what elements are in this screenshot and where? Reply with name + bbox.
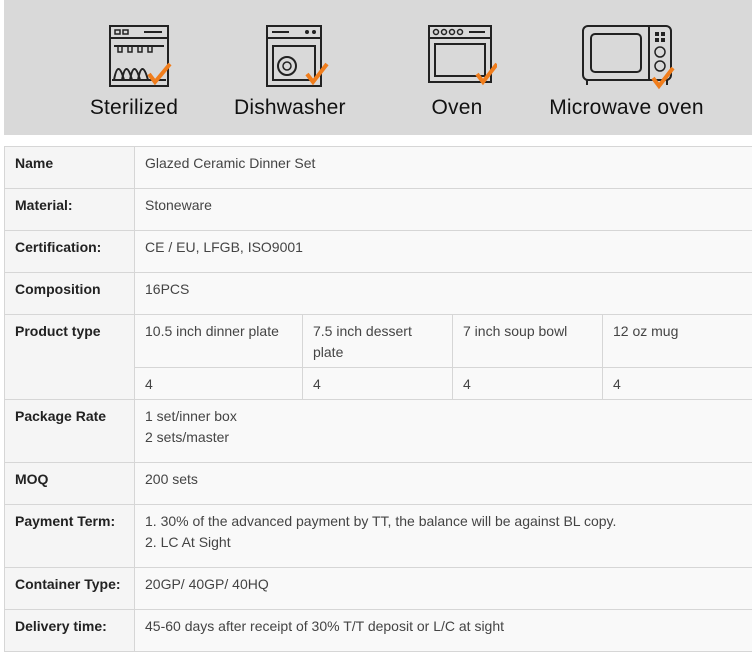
feature-banner: Sterilized Dishwasher Oven	[4, 0, 752, 135]
spec-value: 200 sets	[135, 463, 752, 505]
product-item-name: 7.5 inch dessert plate	[303, 315, 453, 368]
spec-key: Product type	[5, 315, 135, 400]
feature-label: Microwave oven	[544, 96, 709, 120]
table-row: Name Glazed Ceramic Dinner Set	[5, 147, 752, 189]
feature-label: Oven	[412, 96, 502, 120]
spec-value: 1. 30% of the advanced payment by TT, th…	[135, 505, 752, 568]
feature-sterilized: Sterilized	[84, 22, 184, 120]
feature-dishwasher: Dishwasher	[234, 22, 344, 120]
spec-value: 16PCS	[135, 273, 752, 315]
spec-value: Stoneware	[135, 189, 752, 231]
product-item-name: 7 inch soup bowl	[453, 315, 603, 368]
spec-key: Material:	[5, 189, 135, 231]
product-item-qty: 4	[303, 368, 453, 400]
table-row: Payment Term: 1. 30% of the advanced pay…	[5, 505, 752, 568]
product-item-qty: 4	[603, 368, 752, 400]
spec-line: 2 sets/master	[145, 427, 744, 448]
spec-line: 2. LC At Sight	[145, 532, 744, 553]
table-row: Certification: CE / EU, LFGB, ISO9001	[5, 231, 752, 273]
table-row: Product type 10.5 inch dinner plate 7.5 …	[5, 315, 752, 368]
spec-value: 20GP/ 40GP/ 40HQ	[135, 568, 752, 610]
spec-table: Name Glazed Ceramic Dinner Set Material:…	[4, 146, 752, 652]
spec-key: Delivery time:	[5, 610, 135, 652]
spec-value: CE / EU, LFGB, ISO9001	[135, 231, 752, 273]
feature-label: Sterilized	[84, 96, 184, 120]
microwave-icon	[577, 22, 677, 92]
spec-value: Glazed Ceramic Dinner Set	[135, 147, 752, 189]
spec-line: 1. 30% of the advanced payment by TT, th…	[145, 511, 744, 532]
feature-microwave: Microwave oven	[544, 22, 709, 120]
spec-key: Package Rate	[5, 400, 135, 463]
spec-line: 1 set/inner box	[145, 406, 744, 427]
product-item-qty: 4	[135, 368, 303, 400]
product-item-name: 12 oz mug	[603, 315, 752, 368]
product-item-name: 10.5 inch dinner plate	[135, 315, 303, 368]
oven-icon	[417, 22, 497, 92]
spec-key: MOQ	[5, 463, 135, 505]
table-row: MOQ 200 sets	[5, 463, 752, 505]
table-row: Material: Stoneware	[5, 189, 752, 231]
spec-key: Certification:	[5, 231, 135, 273]
feature-oven: Oven	[412, 22, 502, 120]
spec-key: Name	[5, 147, 135, 189]
table-row: Composition 16PCS	[5, 273, 752, 315]
feature-label: Dishwasher	[234, 96, 344, 120]
table-row: Package Rate 1 set/inner box 2 sets/mast…	[5, 400, 752, 463]
spec-key: Composition	[5, 273, 135, 315]
spec-key: Container Type:	[5, 568, 135, 610]
dishwasher-icon	[249, 22, 329, 92]
table-row: Container Type: 20GP/ 40GP/ 40HQ	[5, 568, 752, 610]
sterilizer-icon	[94, 22, 174, 92]
spec-value: 45-60 days after receipt of 30% T/T depo…	[135, 610, 752, 652]
product-item-qty: 4	[453, 368, 603, 400]
spec-key: Payment Term:	[5, 505, 135, 568]
spec-value: 1 set/inner box 2 sets/master	[135, 400, 752, 463]
table-row: Delivery time: 45-60 days after receipt …	[5, 610, 752, 652]
